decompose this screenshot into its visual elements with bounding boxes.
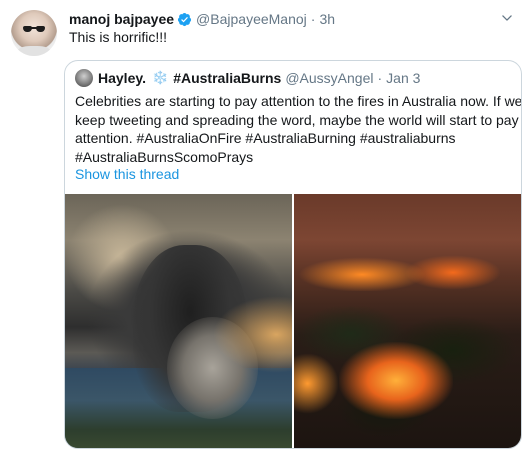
author-avatar[interactable] <box>11 10 57 56</box>
verified-badge-icon <box>177 12 192 26</box>
quoted-text-line: attention. #AustraliaOnFire #AustraliaBu… <box>75 130 456 146</box>
quoted-author-avatar <box>75 69 93 87</box>
quoted-tweet-date: Jan 3 <box>386 70 421 86</box>
quoted-author-hashtag-name: #AustraliaBurns <box>173 70 282 86</box>
quoted-tweet-text: Celebrities are starting to pay attentio… <box>75 92 522 166</box>
media-grid <box>65 194 521 448</box>
author-name[interactable]: manoj bajpayee <box>69 10 174 28</box>
author-handle[interactable]: @BajpayeeManoj <box>196 10 307 28</box>
snowflake-emoji-icon: ❄️ <box>152 70 169 85</box>
quoted-text-line: #AustraliaBurnsScomoPrays <box>75 148 254 165</box>
tweet-text: This is horrific!!! <box>69 29 168 45</box>
tweet[interactable]: manoj bajpayee @BajpayeeManoj · 3h This … <box>0 0 527 453</box>
show-thread-link[interactable]: Show this thread <box>75 165 179 183</box>
quoted-text-line: keep tweeting and spreading the word, ma… <box>75 111 519 128</box>
tweet-header: manoj bajpayee @BajpayeeManoj · 3h <box>69 10 335 28</box>
photo-forest-fire[interactable] <box>294 194 521 448</box>
tweet-timestamp[interactable]: 3h <box>319 10 335 28</box>
quoted-tweet[interactable]: Hayley. ❄️ #AustraliaBurns @AussyAngel ·… <box>64 60 522 449</box>
separator-dot: · <box>310 11 316 27</box>
chevron-down-icon[interactable] <box>500 11 514 25</box>
quoted-tweet-header: Hayley. ❄️ #AustraliaBurns @AussyAngel ·… <box>75 69 420 87</box>
quoted-text-line: Celebrities are starting to pay attentio… <box>75 93 522 109</box>
quoted-author-handle: @AussyAngel <box>285 70 374 86</box>
quoted-author-name: Hayley. <box>98 70 146 86</box>
quoted-separator-dot: · <box>377 70 383 86</box>
photo-smoke-plume[interactable] <box>65 194 292 448</box>
